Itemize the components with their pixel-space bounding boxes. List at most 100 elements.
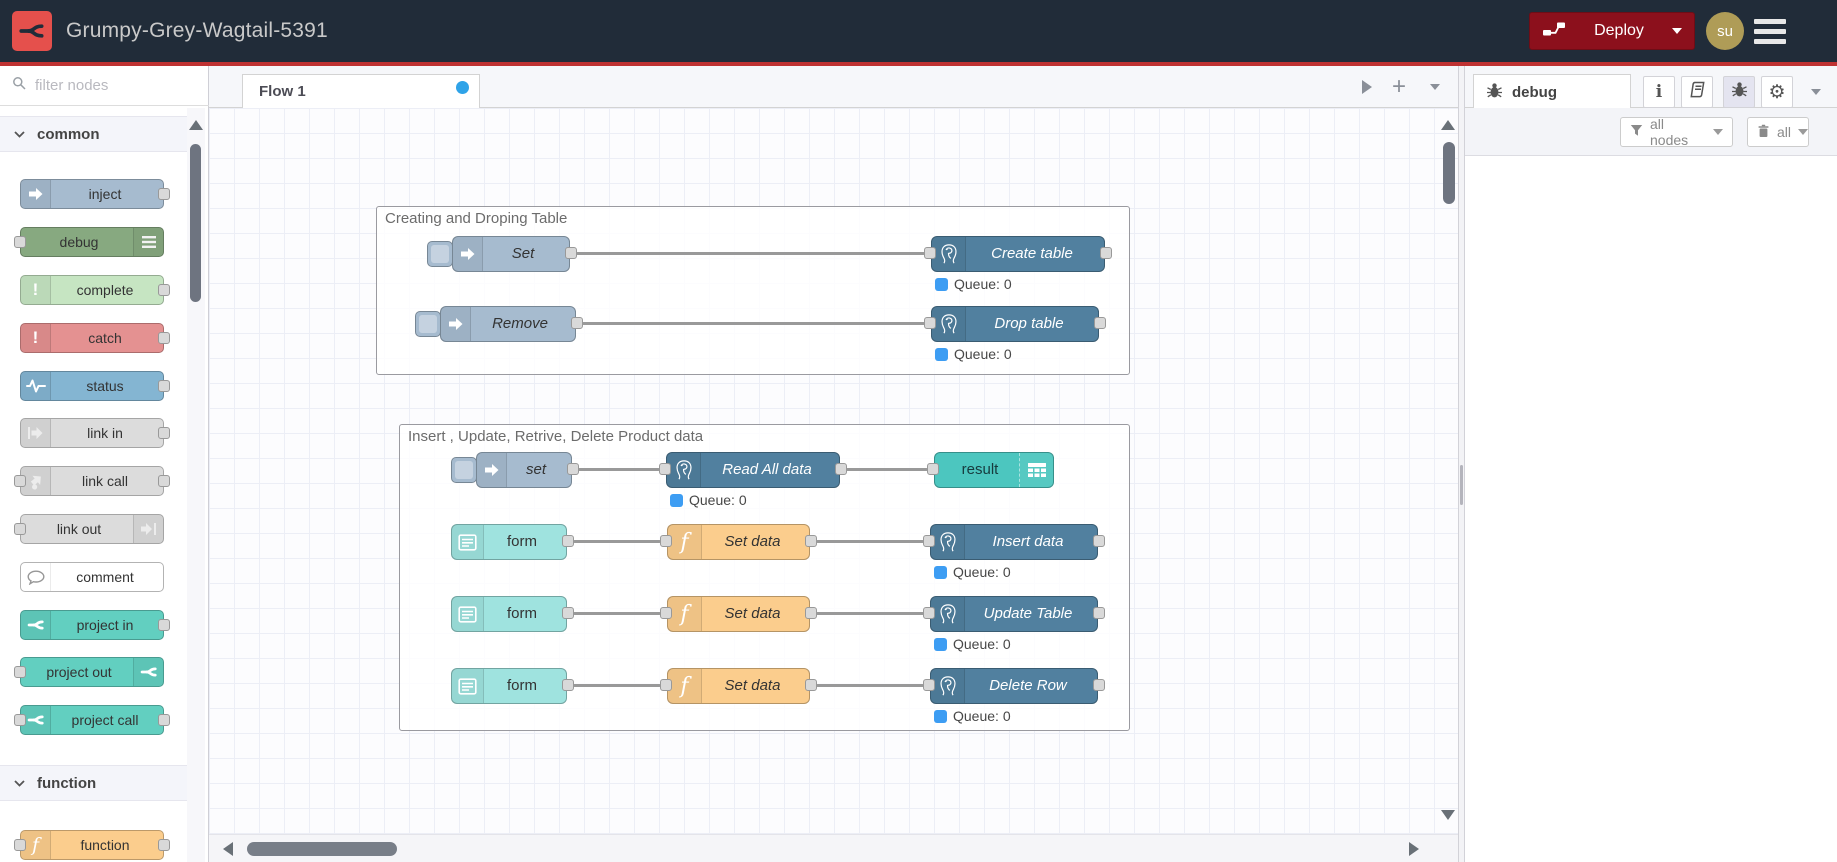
node-form[interactable]: form — [451, 668, 574, 704]
node-postgres-delete-row[interactable]: Delete Row — [923, 668, 1105, 704]
config-tab-button[interactable]: ⚙ — [1761, 76, 1793, 108]
output-port[interactable] — [805, 607, 817, 619]
node-postgres-update-table[interactable]: Update Table — [923, 596, 1105, 632]
node-inject-set[interactable]: Set — [452, 236, 577, 272]
node-inject-set-lower[interactable]: set — [476, 452, 579, 488]
palette-node-catch[interactable]: ! catch — [20, 323, 170, 353]
node-function-set-data[interactable]: f Set data — [660, 668, 817, 704]
output-port[interactable] — [158, 619, 170, 631]
input-port[interactable] — [924, 317, 936, 329]
deploy-button[interactable]: Deploy — [1529, 12, 1695, 50]
output-port[interactable] — [562, 679, 574, 691]
scroll-up-arrow[interactable] — [189, 120, 203, 130]
input-port[interactable] — [660, 535, 672, 547]
flow-canvas[interactable]: Creating and Droping Table Insert , Upda… — [209, 108, 1458, 862]
input-port[interactable] — [659, 463, 671, 475]
output-port[interactable] — [571, 317, 583, 329]
canvas-scroll-down-arrow[interactable] — [1441, 810, 1455, 820]
palette-node-link-call[interactable]: link call — [14, 466, 170, 496]
sidebar-more-caret-icon[interactable] — [1811, 89, 1821, 95]
input-port[interactable] — [660, 607, 672, 619]
sidebar-resize-handle[interactable] — [1458, 66, 1465, 862]
inject-button[interactable] — [451, 457, 477, 483]
canvas-vscroll-thumb[interactable] — [1443, 142, 1455, 204]
node-inject-remove[interactable]: Remove — [440, 306, 583, 342]
output-port[interactable] — [158, 475, 170, 487]
input-port[interactable] — [924, 247, 936, 259]
inject-button[interactable] — [415, 311, 441, 337]
node-postgres-insert-data[interactable]: Insert data — [923, 524, 1105, 560]
node-function-set-data[interactable]: f Set data — [660, 596, 817, 632]
info-tab-button[interactable]: i — [1643, 76, 1675, 108]
palette-node-project-call[interactable]: project call — [14, 705, 170, 735]
palette-node-function[interactable]: f function — [14, 830, 170, 860]
input-port[interactable] — [14, 475, 26, 487]
tab-debug[interactable]: debug — [1473, 74, 1631, 109]
output-port[interactable] — [565, 247, 577, 259]
wire[interactable] — [816, 540, 924, 543]
tab-scroll-right-button[interactable] — [1353, 74, 1381, 100]
output-port[interactable] — [158, 188, 170, 200]
palette-search-input[interactable] — [33, 76, 173, 95]
input-port[interactable] — [660, 679, 672, 691]
palette-node-inject[interactable]: inject — [20, 179, 170, 209]
output-port[interactable] — [158, 839, 170, 851]
input-port[interactable] — [923, 607, 935, 619]
output-port[interactable] — [562, 607, 574, 619]
canvas-scroll-left-arrow[interactable] — [223, 842, 233, 856]
wire[interactable] — [846, 468, 928, 471]
node-postgres-drop-table[interactable]: Drop table — [924, 306, 1106, 342]
palette-node-status[interactable]: status — [20, 371, 170, 401]
wire[interactable] — [573, 540, 661, 543]
palette-node-link-in[interactable]: link in — [20, 418, 170, 448]
user-avatar[interactable]: su — [1706, 12, 1744, 50]
input-port[interactable] — [14, 839, 26, 851]
output-port[interactable] — [562, 535, 574, 547]
palette-node-project-in[interactable]: project in — [20, 610, 170, 640]
debug-filter-button[interactable]: all nodes — [1620, 116, 1733, 148]
wire[interactable] — [582, 322, 925, 325]
palette-node-complete[interactable]: ! complete — [20, 275, 170, 305]
output-port[interactable] — [158, 284, 170, 296]
palette-node-debug[interactable]: debug — [14, 227, 164, 257]
node-form[interactable]: form — [451, 524, 574, 560]
wire[interactable] — [816, 612, 924, 615]
node-form[interactable]: form — [451, 596, 574, 632]
node-result-table[interactable]: result — [927, 452, 1054, 488]
input-port[interactable] — [14, 714, 26, 726]
input-port[interactable] — [14, 523, 26, 535]
output-port[interactable] — [805, 679, 817, 691]
deploy-dropdown-caret-icon[interactable] — [1672, 28, 1682, 34]
inject-button[interactable] — [427, 241, 453, 267]
debug-tab-button[interactable] — [1723, 76, 1755, 108]
palette-category-common[interactable]: common — [0, 116, 188, 152]
palette-scroll-thumb[interactable] — [190, 144, 201, 302]
wire[interactable] — [578, 468, 660, 471]
output-port[interactable] — [158, 332, 170, 344]
output-port[interactable] — [835, 463, 847, 475]
output-port[interactable] — [158, 714, 170, 726]
wire[interactable] — [573, 684, 661, 687]
debug-clear-button[interactable]: all — [1747, 117, 1809, 147]
output-port[interactable] — [1093, 679, 1105, 691]
wire[interactable] — [816, 684, 924, 687]
canvas-hscroll-thumb[interactable] — [247, 842, 397, 856]
input-port[interactable] — [927, 463, 939, 475]
node-postgres-create-table[interactable]: Create table — [924, 236, 1112, 272]
output-port[interactable] — [1093, 607, 1105, 619]
tab-list-caret-button[interactable] — [1421, 74, 1449, 100]
output-port[interactable] — [805, 535, 817, 547]
palette-node-link-out[interactable]: link out — [14, 514, 164, 544]
output-port[interactable] — [1100, 247, 1112, 259]
palette-node-comment[interactable]: comment — [20, 562, 164, 592]
wire[interactable] — [573, 612, 661, 615]
canvas-scroll-up-arrow[interactable] — [1441, 120, 1455, 130]
palette-category-function[interactable]: function — [0, 765, 188, 801]
output-port[interactable] — [1093, 535, 1105, 547]
output-port[interactable] — [158, 380, 170, 392]
input-port[interactable] — [923, 535, 935, 547]
input-port[interactable] — [14, 666, 26, 678]
add-flow-button[interactable]: + — [1385, 74, 1413, 100]
help-tab-button[interactable] — [1681, 76, 1713, 108]
input-port[interactable] — [923, 679, 935, 691]
